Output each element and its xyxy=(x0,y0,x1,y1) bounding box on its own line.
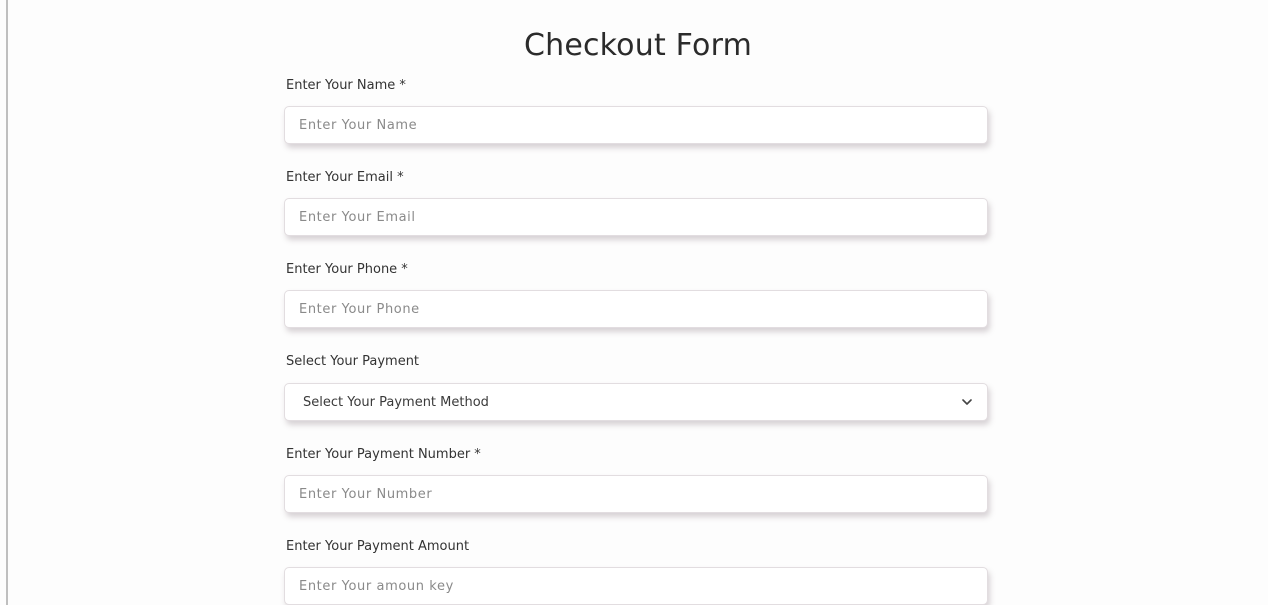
name-input[interactable] xyxy=(284,106,988,144)
form-title: Checkout Form xyxy=(523,28,753,63)
payment-method-select[interactable]: Select Your Payment Method xyxy=(284,383,988,421)
page: Checkout Form Enter Your Name * Enter Yo… xyxy=(0,0,1268,605)
phone-input[interactable] xyxy=(284,290,988,328)
chevron-down-icon xyxy=(961,396,973,408)
phone-label: Enter Your Phone * xyxy=(286,262,408,277)
payment-amount-label: Enter Your Payment Amount xyxy=(286,539,470,554)
payment-amount-input[interactable] xyxy=(284,567,988,605)
email-label: Enter Your Email * xyxy=(286,170,404,185)
payment-number-label: Enter Your Payment Number * xyxy=(286,447,481,462)
left-divider xyxy=(6,0,8,605)
payment-number-input[interactable] xyxy=(284,475,988,513)
name-label: Enter Your Name * xyxy=(286,78,406,93)
email-input[interactable] xyxy=(284,198,988,236)
payment-method-value: Select Your Payment Method xyxy=(303,394,489,410)
payment-select-label: Select Your Payment xyxy=(286,354,420,369)
